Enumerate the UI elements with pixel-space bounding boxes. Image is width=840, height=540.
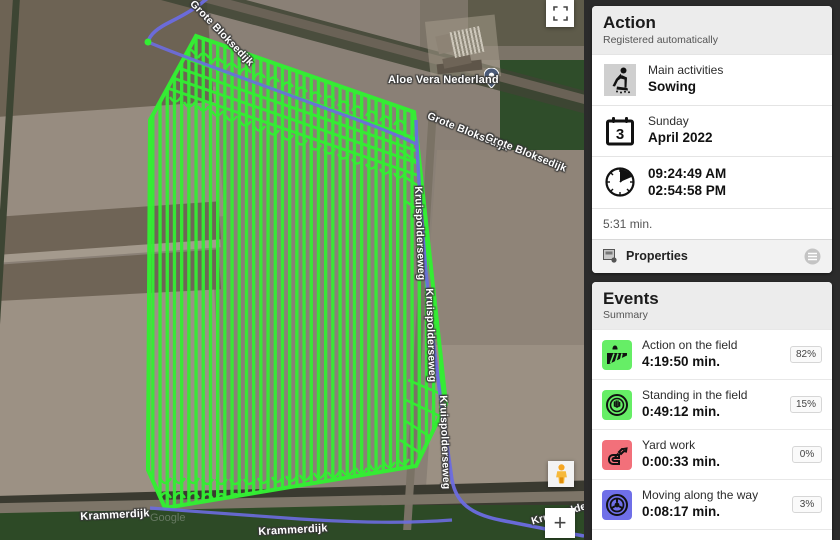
- properties-icon: [603, 249, 617, 263]
- event-pct-standing-in-the-field: 15%: [789, 396, 822, 414]
- standing-hand-icon: [602, 389, 632, 420]
- event-pct-moving-along-the-way: 3%: [792, 496, 822, 514]
- zoom-in-button[interactable]: +: [545, 508, 575, 538]
- event-row-action-on-the-field[interactable]: Action on the field 4:19:50 min. 82%: [592, 329, 832, 379]
- event-row-yard-work[interactable]: Yard work 0:00:33 min. 0%: [592, 429, 832, 479]
- calendar-icon: 3: [603, 114, 637, 148]
- events-subtitle: Summary: [603, 309, 648, 322]
- event-value-action-on-the-field: 4:19:50 min.: [642, 354, 721, 370]
- action-main-activities-text: Main activities Sowing: [648, 63, 821, 96]
- action-date-month-year: April 2022: [648, 130, 713, 146]
- event-row-moving-along-the-way[interactable]: Moving along the way 0:08:17 min. 3%: [592, 479, 832, 529]
- action-main-activities-value: Sowing: [648, 79, 696, 95]
- action-date-text: Sunday April 2022: [648, 114, 821, 147]
- action-title: Action: [603, 13, 656, 32]
- pegman-icon: [555, 464, 567, 484]
- clock-icon: [603, 165, 637, 199]
- yard-work-icon: [602, 439, 632, 470]
- event-text-action-on-the-field: Action on the field 4:19:50 min.: [642, 338, 780, 371]
- field-action-icon: [602, 339, 632, 370]
- event-row-stop-on-the-way[interactable]: Stop on the way: [592, 529, 832, 540]
- action-time-text: 09:24:49 AM 02:54:58 PM: [648, 165, 821, 200]
- action-end-time: 02:54:58 PM: [648, 183, 727, 199]
- satellite-map[interactable]: Aloe Vera Nederland Grote Bloksedijk Gro…: [0, 0, 584, 540]
- action-card-header: Action Registered automatically: [592, 6, 832, 54]
- event-value-moving-along-the-way: 0:08:17 min.: [642, 504, 721, 520]
- street-view-pegman-button[interactable]: [548, 461, 574, 487]
- action-row-main-activities[interactable]: Main activities Sowing: [592, 53, 832, 105]
- action-card: Action Registered automatically Main act…: [592, 6, 832, 273]
- action-subtitle: Registered automatically: [603, 33, 718, 46]
- event-row-standing-in-the-field[interactable]: Standing in the field 0:49:12 min. 15%: [592, 379, 832, 429]
- fullscreen-button[interactable]: [546, 0, 574, 27]
- event-text-standing-in-the-field: Standing in the field 0:49:12 min.: [642, 388, 780, 421]
- event-label-yard-work: Yard work: [642, 438, 696, 453]
- sowing-icon: [603, 63, 637, 97]
- app-root: Aloe Vera Nederland Grote Bloksedijk Gro…: [0, 0, 840, 540]
- event-text-moving-along-the-way: Moving along the way 0:08:17 min.: [642, 488, 782, 521]
- action-date-weekday: Sunday: [648, 114, 689, 129]
- event-value-standing-in-the-field: 0:49:12 min.: [642, 404, 721, 420]
- action-start-time: 09:24:49 AM: [648, 165, 727, 181]
- event-value-yard-work: 0:00:33 min.: [642, 454, 721, 470]
- steering-wheel-icon: [602, 489, 632, 520]
- right-sidebar: Action Registered automatically Main act…: [584, 0, 840, 540]
- event-label-standing-in-the-field: Standing in the field: [642, 388, 748, 403]
- fullscreen-icon: [552, 5, 568, 21]
- map-marker-pin-icon[interactable]: [484, 68, 499, 88]
- event-label-moving-along-the-way: Moving along the way: [642, 488, 759, 503]
- event-text-yard-work: Yard work 0:00:33 min.: [642, 438, 782, 471]
- events-card-header: Events Summary: [592, 281, 832, 330]
- properties-button[interactable]: Properties: [592, 238, 832, 273]
- action-row-time[interactable]: 09:24:49 AM 02:54:58 PM: [592, 155, 832, 208]
- event-label-action-on-the-field: Action on the field: [642, 338, 738, 353]
- event-pct-action-on-the-field: 82%: [789, 346, 822, 364]
- map-attribution: Google: [150, 512, 186, 524]
- hamburger-circle-icon[interactable]: [804, 248, 821, 265]
- event-pct-yard-work: 0%: [792, 446, 822, 464]
- events-title: Events: [603, 288, 659, 308]
- properties-label: Properties: [626, 249, 688, 264]
- action-main-activities-label: Main activities: [648, 63, 724, 78]
- zoom-in-label: +: [553, 510, 567, 535]
- events-card: Events Summary Action on the field 4:19:…: [592, 281, 832, 540]
- calendar-day-number: 3: [616, 126, 624, 143]
- action-duration: 5:31 min.: [592, 207, 832, 239]
- action-row-date[interactable]: 3 Sunday April 2022: [592, 104, 832, 156]
